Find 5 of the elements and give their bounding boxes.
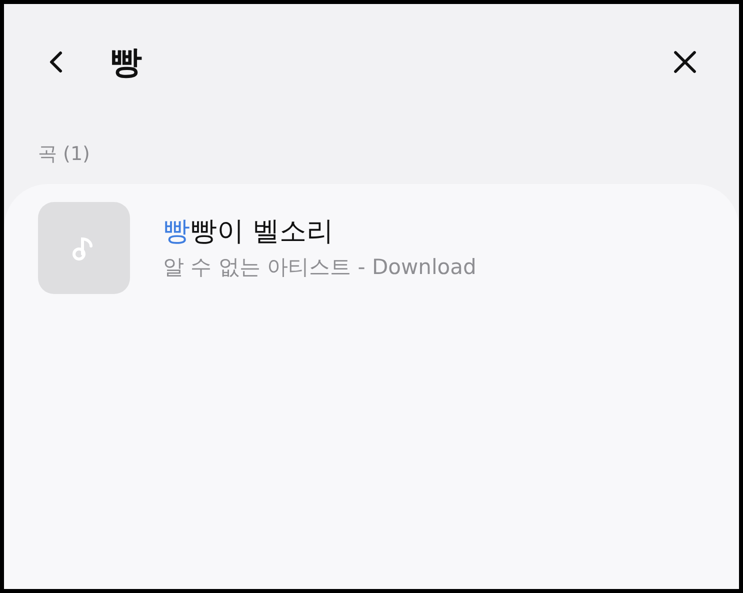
search-query: 빵 (110, 42, 142, 83)
song-row[interactable]: 빵빵이 벨소리 알 수 없는 아티스트 - Download (4, 200, 739, 296)
song-title: 빵빵이 벨소리 (163, 215, 335, 249)
section-label: 곡 (1) (38, 142, 90, 167)
song-subtitle: 알 수 없는 아티스트 - Download (163, 254, 476, 281)
